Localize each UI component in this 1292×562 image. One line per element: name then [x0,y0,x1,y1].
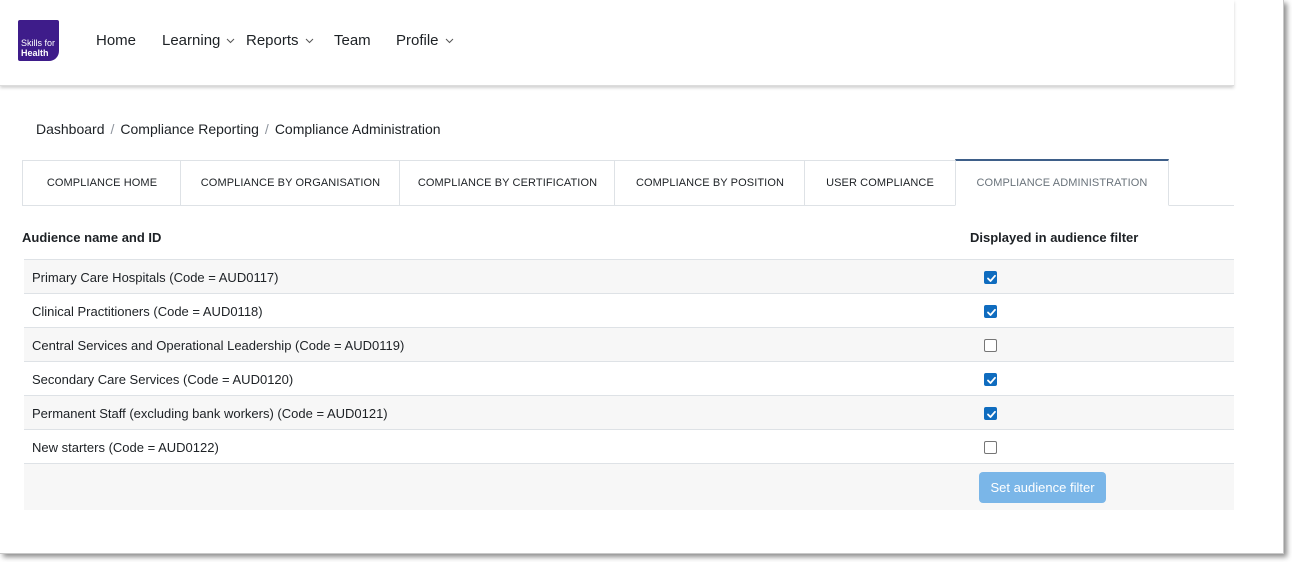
nav-profile-label: Profile [396,32,439,49]
breadcrumb-separator: / [264,121,269,137]
table-row: New starters (Code = AUD0122) [24,429,1234,463]
nav-learning-label: Learning [162,32,221,49]
tab-user-compliance[interactable]: USER COMPLIANCE [804,160,956,206]
table-footer-row: Set audience filter [24,463,1234,510]
audience-filter-checkbox[interactable] [984,339,997,352]
audience-table: Primary Care Hospitals (Code = AUD0117) C… [24,259,1234,510]
skills-for-health-logo[interactable]: Skills for Health [18,20,59,61]
nav-profile[interactable]: Profile [396,32,454,49]
tab-compliance-home[interactable]: COMPLIANCE HOME [22,160,181,206]
table-row: Clinical Practitioners (Code = AUD0118) [24,293,1234,327]
logo-line2: Health [21,48,49,58]
nav-team-label: Team [334,32,371,49]
audience-filter-checkbox[interactable] [984,271,997,284]
chevron-down-icon [445,36,454,45]
nav-home-label: Home [96,32,137,49]
table-row: Primary Care Hospitals (Code = AUD0117) [24,259,1234,293]
column-header-displayed: Displayed in audience filter [970,230,1139,245]
tab-compliance-by-position[interactable]: COMPLIANCE BY POSITION [614,160,805,206]
nav-reports[interactable]: Reports [246,32,314,49]
audience-filter-checkbox[interactable] [984,407,997,420]
tab-compliance-administration[interactable]: COMPLIANCE ADMINISTRATION [955,159,1169,206]
audience-filter-checkbox[interactable] [984,441,997,454]
chevron-down-icon [305,36,314,45]
tab-compliance-by-certification[interactable]: COMPLIANCE BY CERTIFICATION [399,160,615,206]
top-navbar: Skills for Health Home Learning Reports … [0,0,1234,86]
table-row: Permanent Staff (excluding bank workers)… [24,395,1234,429]
table-row: Secondary Care Services (Code = AUD0120) [24,361,1234,395]
table-row: Central Services and Operational Leaders… [24,327,1234,361]
breadcrumb: Dashboard / Compliance Reporting / Compl… [36,121,441,137]
audience-name: Secondary Care Services (Code = AUD0120) [32,372,294,387]
audience-name: Central Services and Operational Leaders… [32,338,405,353]
audience-name: Permanent Staff (excluding bank workers)… [32,406,388,421]
browser-window: Skills for Health Home Learning Reports … [0,0,1284,554]
tab-compliance-by-organisation[interactable]: COMPLIANCE BY ORGANISATION [180,160,400,206]
compliance-tabs: COMPLIANCE HOME COMPLIANCE BY ORGANISATI… [22,159,1234,206]
audience-name: New starters (Code = AUD0122) [32,440,219,455]
chevron-down-icon [226,36,235,45]
column-header-audience: Audience name and ID [22,230,162,245]
breadcrumb-current: Compliance Administration [274,121,441,137]
logo-line1: Skills for [21,38,56,48]
nav-learning[interactable]: Learning [162,32,235,49]
audience-name: Primary Care Hospitals (Code = AUD0117) [32,270,279,285]
nav-home[interactable]: Home [96,32,136,49]
breadcrumb-dashboard[interactable]: Dashboard [36,121,105,137]
nav-reports-label: Reports [246,32,299,49]
audience-filter-checkbox[interactable] [984,305,997,318]
set-audience-filter-button[interactable]: Set audience filter [979,472,1106,503]
nav-team[interactable]: Team [334,32,371,49]
breadcrumb-separator: / [110,121,115,137]
audience-name: Clinical Practitioners (Code = AUD0118) [32,304,263,319]
audience-filter-checkbox[interactable] [984,373,997,386]
breadcrumb-compliance-reporting[interactable]: Compliance Reporting [120,121,259,137]
